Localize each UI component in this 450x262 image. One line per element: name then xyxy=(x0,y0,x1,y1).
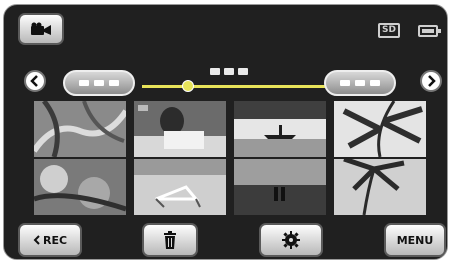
thumbnail-couple-on-shore[interactable] xyxy=(234,159,326,215)
chevron-left-icon xyxy=(33,235,40,245)
mode-switch-button[interactable] xyxy=(18,13,64,45)
thumbnail-palm-tree-sky[interactable] xyxy=(334,159,426,215)
thumbnail-beach-chair[interactable] xyxy=(134,159,226,215)
chevron-right-icon xyxy=(428,75,436,87)
delete-button[interactable] xyxy=(142,223,198,257)
video-camera-icon xyxy=(31,22,51,35)
next-date-pill[interactable] xyxy=(324,70,396,96)
menu-label: MENU xyxy=(396,233,434,247)
thumbnail-person-reading[interactable] xyxy=(134,101,226,157)
trash-icon xyxy=(164,231,176,249)
menu-button[interactable]: MENU xyxy=(384,223,446,257)
camera-playback-screen: SD REC MENU xyxy=(0,0,450,262)
previous-date-button[interactable] xyxy=(24,70,46,92)
current-date-label xyxy=(210,68,256,78)
thumbnail-boat-on-lake[interactable] xyxy=(234,101,326,157)
sd-card-icon: SD xyxy=(378,23,400,38)
gear-icon xyxy=(282,231,300,249)
battery-icon xyxy=(418,25,441,37)
date-slider-thumb[interactable] xyxy=(182,80,194,92)
rec-button[interactable]: REC xyxy=(18,223,82,257)
thumbnail-palm-leaves[interactable] xyxy=(34,101,126,157)
next-date-button[interactable] xyxy=(420,70,442,92)
date-slider-track[interactable] xyxy=(142,85,326,88)
rec-label: REC xyxy=(42,233,68,247)
chevron-left-icon xyxy=(30,75,38,87)
index-panel: SD REC MENU xyxy=(3,4,448,260)
thumbnail-tropical-plants[interactable] xyxy=(34,159,126,215)
settings-button[interactable] xyxy=(259,223,323,257)
thumbnail-palm-fronds[interactable] xyxy=(334,101,426,157)
previous-date-pill[interactable] xyxy=(63,70,135,96)
